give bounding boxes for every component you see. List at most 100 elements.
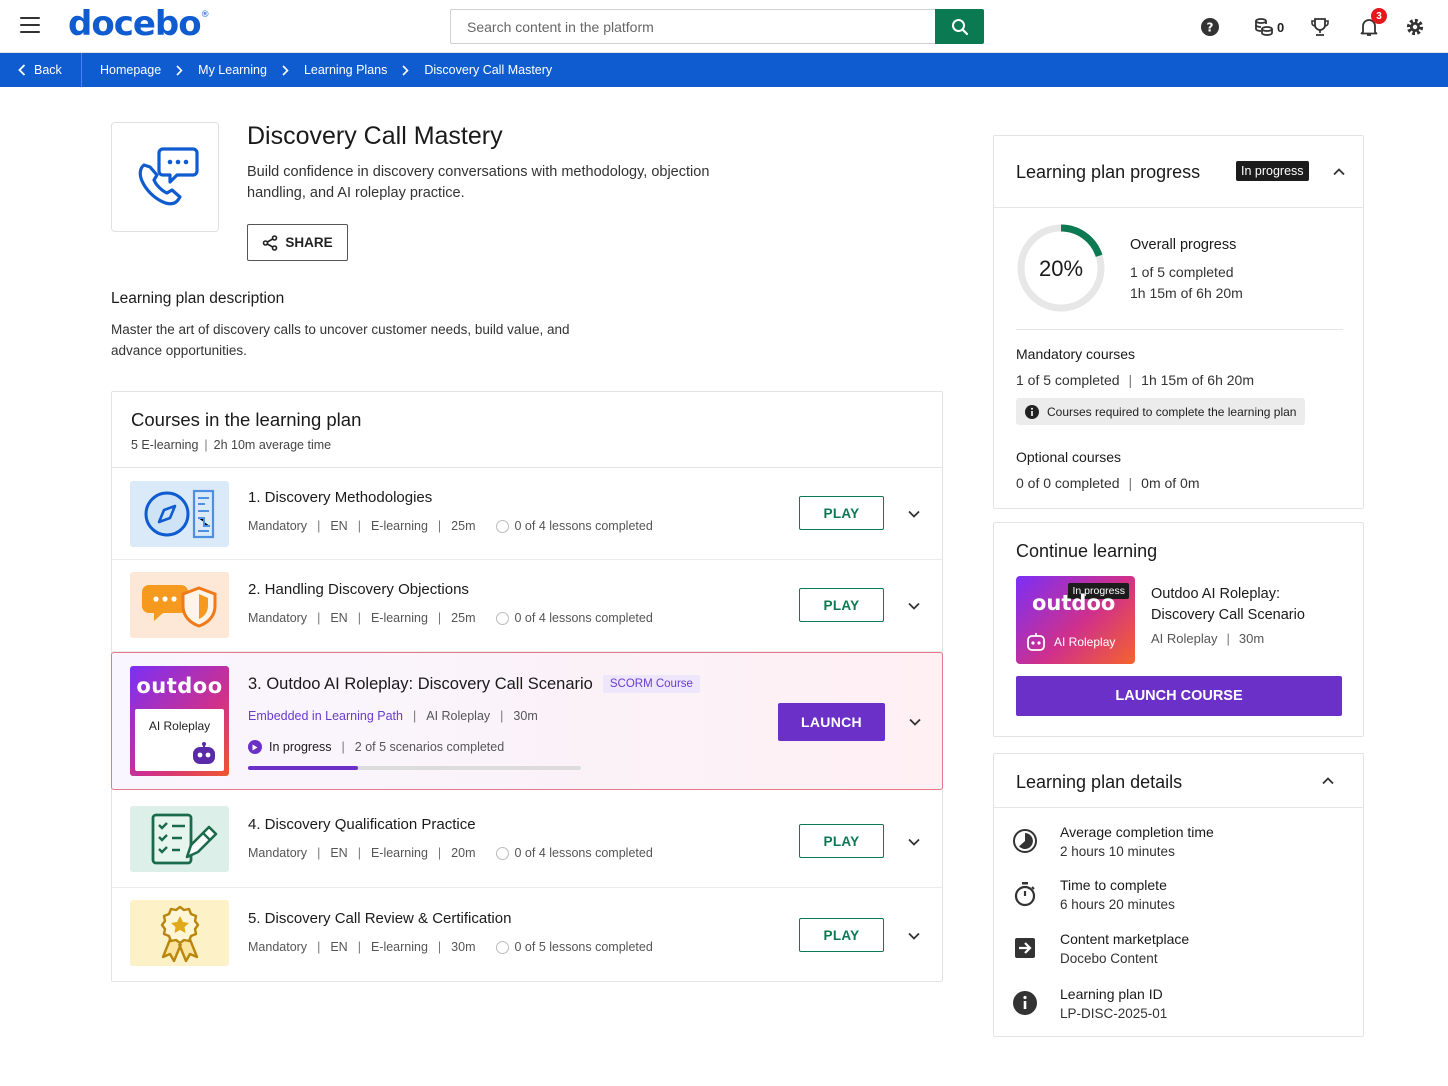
settings-button[interactable] [1405, 15, 1425, 39]
compass-blueprint-icon [144, 489, 214, 539]
plan-description: Master the art of discovery calls to unc… [111, 322, 570, 358]
coins-icon [1255, 18, 1273, 36]
docebo-logo[interactable]: docebo® [68, 4, 210, 44]
phone-chat-icon [138, 147, 199, 206]
optional-label: Optional courses [1016, 449, 1122, 465]
separator: | [1128, 475, 1133, 491]
courses-panel: Courses in the learning plan 5 E-learnin… [111, 391, 943, 982]
separator: | [437, 519, 442, 533]
collapse-button[interactable] [1319, 772, 1337, 790]
course-format: E-learning [370, 846, 428, 860]
separator: | [317, 940, 321, 954]
play-button[interactable]: PLAY [799, 918, 884, 952]
back-button[interactable]: Back [0, 53, 82, 87]
svg-text:?: ? [1207, 21, 1214, 35]
courses-header: Courses in the learning plan 5 E-learnin… [112, 392, 942, 468]
separator: | [357, 846, 361, 860]
page-title: Discovery Call Mastery [247, 122, 503, 150]
expand-button[interactable] [905, 833, 923, 851]
course-title[interactable]: 3. Outdoo AI Roleplay: Discovery Call Sc… [248, 675, 593, 693]
course-thumbnail: outdoo AI Roleplay [130, 666, 229, 776]
expand-button[interactable] [905, 505, 923, 523]
course-row-3-active: outdoo AI Roleplay 3. Outdoo AI Roleplay… [111, 652, 943, 790]
expand-button[interactable] [906, 713, 924, 731]
divider [994, 207, 1363, 208]
launch-course-button[interactable]: LAUNCH COURSE [1016, 676, 1342, 716]
lessons-completed: 0 of 4 lessons completed [514, 611, 653, 625]
separator: | [317, 611, 321, 625]
menu-icon[interactable] [20, 17, 40, 33]
course-language: EN [330, 940, 348, 954]
course-format: E-learning [370, 611, 428, 625]
notification-badge: 3 [1371, 8, 1387, 24]
breadcrumb-my-learning[interactable]: My Learning [198, 63, 267, 77]
play-button[interactable]: PLAY [799, 496, 884, 530]
course-row-4: 4. Discovery Qualification Practice Mand… [112, 794, 942, 888]
breadcrumb: Homepage My Learning Learning Plans Disc… [100, 53, 552, 87]
separator: | [357, 611, 361, 625]
separator: | [437, 611, 442, 625]
chevron-up-icon [1333, 168, 1345, 176]
continue-course-title[interactable]: Outdoo AI Roleplay: Discovery Call Scenar… [1151, 584, 1305, 625]
launch-button[interactable]: LAUNCH [778, 703, 885, 741]
course-title[interactable]: 1. Discovery Methodologies [248, 489, 432, 506]
top-header: docebo® ? 0 3 [0, 0, 1448, 53]
achievements-button[interactable] [1310, 15, 1330, 39]
divider [994, 807, 1363, 808]
expand-button[interactable] [905, 927, 923, 945]
search-button[interactable] [935, 9, 984, 44]
mandatory-stats: 1 of 5 completed | 1h 15m of 6h 20m [1016, 372, 1254, 388]
info-chip: Courses required to complete the learnin… [1016, 398, 1306, 425]
breadcrumb-learning-plans[interactable]: Learning Plans [304, 63, 387, 77]
share-button[interactable]: SHARE [247, 224, 348, 261]
course-row-5: 5. Discovery Call Review & Certification… [112, 888, 942, 982]
expand-button[interactable] [905, 597, 923, 615]
course-duration: 20m [451, 846, 476, 860]
separator: | [500, 709, 504, 723]
notifications-button[interactable]: 3 [1359, 8, 1387, 39]
course-title[interactable]: 2. Handling Discovery Objections [248, 581, 469, 598]
chevron-down-icon [908, 838, 920, 846]
optional-time: 0m of 0m [1141, 475, 1200, 491]
status-circle-icon [495, 611, 509, 625]
course-title[interactable]: 4. Discovery Qualification Practice [248, 816, 476, 833]
overall-progress-label: Overall progress [1130, 237, 1237, 253]
separator: | [1128, 372, 1133, 388]
lessons-completed: 0 of 4 lessons completed [514, 846, 653, 860]
breadcrumb-current: Discovery Call Mastery [424, 63, 553, 77]
logo-registered-mark: ® [200, 10, 210, 20]
progress-card-title: Learning plan progress [1016, 162, 1201, 182]
share-icon [263, 234, 278, 251]
thumbnail-label: AI Roleplay [1054, 635, 1116, 649]
courses-count: 5 E-learning [131, 438, 199, 452]
play-button[interactable]: PLAY [799, 824, 884, 858]
continue-format: AI Roleplay [1151, 631, 1218, 646]
course-title[interactable]: 5. Discovery Call Review & Certification [248, 910, 511, 927]
scorm-badge: SCORM Course [602, 675, 700, 693]
checklist-pencil-icon [151, 813, 217, 865]
chevron-left-icon [18, 64, 26, 76]
mandatory-completed: 1 of 5 completed [1016, 372, 1120, 388]
description-heading: Learning plan description [111, 290, 285, 307]
learning-plan-progress-card: Learning plan progress In progress 20% O… [993, 135, 1364, 509]
chevron-down-icon [908, 510, 920, 518]
separator: | [437, 940, 442, 954]
status-badge: In progress [1236, 161, 1309, 181]
detail-value: 6 hours 20 minutes [1060, 897, 1175, 912]
collapse-button[interactable] [1330, 163, 1348, 181]
optional-completed: 0 of 0 completed [1016, 475, 1120, 491]
divider [1016, 329, 1343, 330]
course-thumbnail [130, 900, 229, 966]
help-button[interactable]: ? [1200, 15, 1220, 39]
coins-button[interactable]: 0 [1254, 15, 1284, 39]
breadcrumb-homepage[interactable]: Homepage [100, 63, 161, 77]
courses-meta: 5 E-learning | 2h 10m average time [131, 438, 331, 452]
play-button[interactable]: PLAY [799, 588, 884, 622]
search-input[interactable] [451, 10, 935, 43]
back-label: Back [34, 63, 62, 77]
chat-shield-icon [141, 585, 216, 628]
course-format: E-learning [370, 940, 428, 954]
continue-thumbnail[interactable]: In progress outdoo AI Roleplay [1016, 576, 1135, 664]
course-format: E-learning [370, 519, 428, 533]
course-type: Mandatory [248, 846, 308, 860]
